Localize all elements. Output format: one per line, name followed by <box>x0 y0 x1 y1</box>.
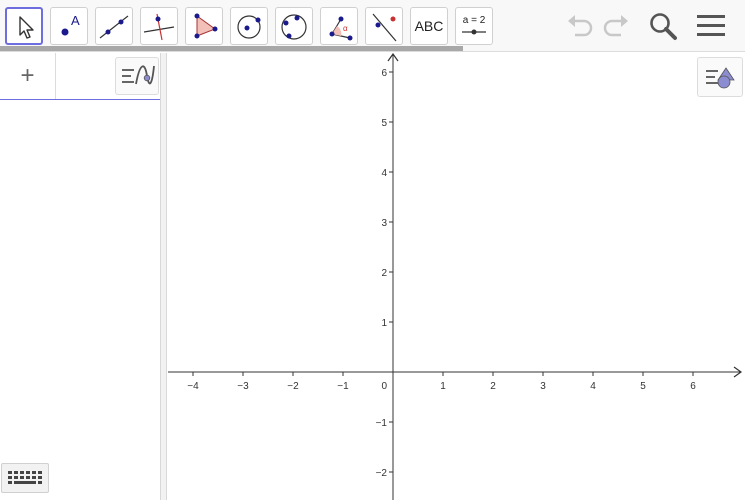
angle-icon: α <box>329 16 353 41</box>
point-tool-button[interactable]: A <box>50 7 88 45</box>
x-tick-label: 3 <box>540 381 546 392</box>
toolbar: A α ABC a = 2 <box>0 0 745 52</box>
y-tick-label: 1 <box>381 318 387 329</box>
point-icon: A <box>61 13 80 36</box>
toolbar-scrollbar[interactable] <box>0 46 463 51</box>
x-tick-label: 5 <box>640 381 646 392</box>
x-tick-label: −2 <box>287 381 299 392</box>
circle-three-points-tool-button[interactable] <box>275 7 313 45</box>
cursor-arrow-icon <box>19 16 34 39</box>
line-through-points-icon <box>99 15 129 39</box>
slider-tool-button[interactable]: a = 2 <box>455 7 493 45</box>
polygon-icon <box>194 13 218 39</box>
x-tick-label: −4 <box>187 381 199 392</box>
y-tick-label: 2 <box>381 268 387 279</box>
x-tick-label: 6 <box>690 381 696 392</box>
x-tick-label: −3 <box>237 381 249 392</box>
undo-icon[interactable] <box>564 10 596 42</box>
circle-center-point-tool-button[interactable] <box>230 7 268 45</box>
x-tick-label: 1 <box>440 381 446 392</box>
move-tool-button[interactable] <box>5 7 43 45</box>
reflect-line-icon <box>372 13 397 42</box>
x-tick-label: 4 <box>590 381 596 392</box>
graphics-style-icon <box>706 67 735 89</box>
axes <box>168 53 743 500</box>
line-tool-button[interactable] <box>95 7 133 45</box>
perpendicular-line-icon <box>143 13 175 41</box>
angle-tool-button[interactable]: α <box>320 7 358 45</box>
x-tick-label: 2 <box>490 381 496 392</box>
coordinate-plane[interactable]: −4 −3 −2 −1 1 2 3 4 5 6 6 5 4 3 2 1 −1 −2 0 <box>168 53 745 500</box>
perpendicular-line-tool-button[interactable] <box>140 7 178 45</box>
circle-center-icon <box>237 15 261 39</box>
reflect-about-line-tool-button[interactable] <box>365 7 403 45</box>
svg-text:α: α <box>343 24 348 33</box>
graphics-style-bar-button[interactable] <box>697 57 743 97</box>
y-tick-label: 5 <box>381 118 387 129</box>
search-icon[interactable] <box>647 10 679 42</box>
x-tick-label: −1 <box>337 381 349 392</box>
keyboard-toggle-button[interactable] <box>1 463 49 493</box>
origin-label: 0 <box>381 381 387 392</box>
algebra-style-icon <box>122 65 155 85</box>
view-splitter[interactable] <box>161 53 167 500</box>
geogebra-app: A α ABC a = 2 + −4 −3 −2 −1 1 2 3 4 5 6 … <box>0 0 745 500</box>
polygon-tool-button[interactable] <box>185 7 223 45</box>
text-tool-label: ABC <box>414 18 444 34</box>
y-tick-label: 4 <box>381 168 387 179</box>
tick-labels: −4 −3 −2 −1 1 2 3 4 5 6 6 5 4 3 2 1 −1 −2 0 <box>187 68 696 479</box>
algebra-view: + <box>0 53 161 500</box>
y-tick-label: 6 <box>381 68 387 79</box>
redo-icon[interactable] <box>600 10 632 42</box>
keyboard-icon <box>8 471 42 484</box>
y-tick-label: 3 <box>381 218 387 229</box>
menu-icon[interactable] <box>695 10 727 42</box>
circle-three-points-icon <box>281 14 307 40</box>
svg-text:A: A <box>71 13 80 28</box>
graphics-view[interactable]: −4 −3 −2 −1 1 2 3 4 5 6 6 5 4 3 2 1 −1 −2 0 <box>168 53 745 500</box>
algebra-style-bar-button[interactable] <box>115 57 159 95</box>
tick-marks <box>192 71 694 473</box>
add-input-button[interactable]: + <box>0 53 56 99</box>
y-tick-label: −2 <box>376 468 388 479</box>
slider-icon <box>462 29 486 35</box>
algebra-input-row[interactable]: + <box>0 53 160 100</box>
y-tick-label: −1 <box>376 418 388 429</box>
text-tool-button[interactable]: ABC <box>410 7 448 45</box>
